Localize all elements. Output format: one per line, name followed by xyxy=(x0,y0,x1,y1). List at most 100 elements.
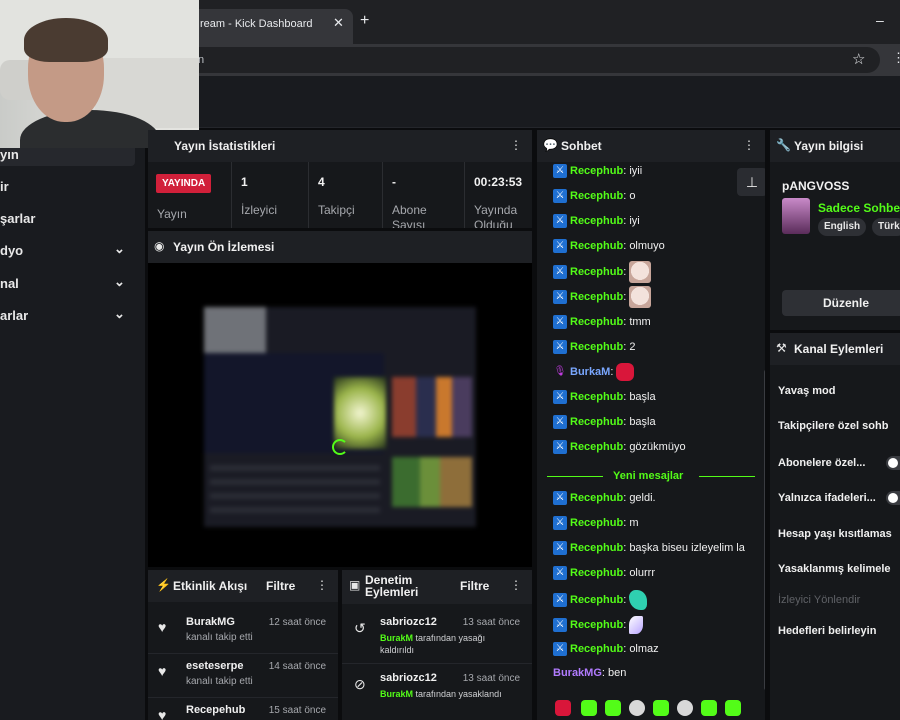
stream-preview-video[interactable] xyxy=(148,263,532,567)
chat-username[interactable]: Recephub xyxy=(570,619,623,631)
language-tag[interactable]: Türk xyxy=(872,218,900,236)
stat-label: İzleyici xyxy=(241,203,278,217)
activity-user[interactable]: BurakMG xyxy=(186,616,235,628)
chat-username[interactable]: Recephub xyxy=(570,567,623,579)
chat-message: ⚔ Recephub: olmaz xyxy=(553,642,659,660)
chat-message: ⚔ Recephub: o xyxy=(553,189,635,207)
activity-user[interactable]: eseteserpe xyxy=(186,660,244,672)
close-icon[interactable]: ✕ xyxy=(333,15,344,31)
chat-username[interactable]: Recephub xyxy=(570,316,623,328)
chat-message: ⚔ Recephub: m xyxy=(553,516,638,534)
emote-icon[interactable] xyxy=(555,700,571,716)
sword-badge-icon: ⚔ xyxy=(553,491,567,505)
activity-user[interactable]: Recepehub xyxy=(186,704,245,716)
chat-message: ⚔ Recephub: gözükmüyo xyxy=(553,440,686,458)
banned-words-option[interactable]: Yasaklanmış kelimele xyxy=(778,563,891,575)
stat-label: Yayın xyxy=(157,207,187,221)
preview-text-rows xyxy=(210,463,380,513)
activity-desc: kanalı takip etti xyxy=(186,676,253,687)
stream-info-title: Yayın bilgisi xyxy=(794,139,864,153)
chat-username[interactable]: Recephub xyxy=(570,240,623,252)
moderator-name[interactable]: BurakM xyxy=(380,689,413,699)
new-tab-button[interactable]: + xyxy=(360,12,369,30)
moderation-desc-text: tarafından yasaklandı xyxy=(413,689,502,699)
account-age-option[interactable]: Hesap yaşı kısıtlamas xyxy=(778,528,892,540)
stat-label: Olduğu xyxy=(474,218,513,228)
emote-icon[interactable] xyxy=(701,700,717,716)
bookmark-star-icon[interactable]: ☆ xyxy=(852,50,865,68)
chat-username[interactable]: Recephub xyxy=(570,341,623,353)
kebab-menu-icon[interactable]: ⋮ xyxy=(743,138,755,152)
kebab-menu-icon[interactable]: ⋮ xyxy=(510,138,522,152)
chat-title: Sohbet xyxy=(561,139,602,153)
subscribers-only-toggle[interactable] xyxy=(886,456,900,470)
slow-mode-option[interactable]: Yavaş mod xyxy=(778,385,835,397)
teal-emote-icon[interactable] xyxy=(629,590,648,610)
stream-info-header: 🔧 Yayın bilgisi xyxy=(770,130,900,162)
kebab-menu-icon[interactable]: ⋮ xyxy=(510,578,522,592)
channel-name: pANGVOSS xyxy=(782,179,850,193)
chat-username[interactable]: Recephub xyxy=(570,492,623,504)
emote-icon[interactable] xyxy=(605,700,621,716)
edit-button[interactable]: Düzenle xyxy=(782,290,900,316)
chat-username[interactable]: Recephub xyxy=(570,165,623,177)
emote-icon[interactable] xyxy=(629,700,645,716)
kebab-menu-icon[interactable]: ⋮ xyxy=(316,578,328,592)
browser-menu-icon[interactable]: ⋮ xyxy=(892,50,900,66)
address-bar[interactable]: n ☆ xyxy=(160,47,880,73)
moderation-target[interactable]: sabriozc12 xyxy=(380,616,437,628)
sidebar-item-6[interactable]: arlar ⌄ xyxy=(0,305,135,325)
moderation-time: 13 saat önce xyxy=(462,617,520,628)
chat-username[interactable]: BurakMG xyxy=(553,667,602,679)
emotes-only-toggle[interactable] xyxy=(886,491,900,505)
cat-emote-icon[interactable] xyxy=(629,286,652,308)
feather-emote-icon[interactable] xyxy=(629,616,644,634)
followers-only-option[interactable]: Takipçilere özel sohb xyxy=(778,420,888,432)
chat-message: ⚔ Recephub: geldi. xyxy=(553,491,656,509)
chat-text: iyi xyxy=(629,214,640,227)
chat-username[interactable]: Recephub xyxy=(570,391,623,403)
emote-icon[interactable] xyxy=(677,700,693,716)
emote-icon[interactable] xyxy=(581,700,597,716)
chat-username[interactable]: Recephub xyxy=(570,190,623,202)
moderator-name[interactable]: BurakM xyxy=(380,633,413,643)
chat-scrollbar[interactable] xyxy=(764,370,765,690)
chat-username[interactable]: BurkaM xyxy=(570,366,610,378)
chat-username[interactable]: Recephub xyxy=(570,441,623,453)
sidebar-item-4[interactable]: dyo ⌄ xyxy=(0,240,135,260)
sidebar-item-5[interactable]: nal ⌄ xyxy=(0,273,135,293)
new-messages-divider[interactable]: Yeni mesajlar xyxy=(547,470,755,484)
chat-message: ⚔ Recephub: başka biseu izleyelim la xyxy=(553,541,745,559)
sidebar-item-3[interactable]: şarlar xyxy=(0,208,135,228)
chat-username[interactable]: Recephub xyxy=(570,215,623,227)
sidebar-item-2[interactable]: ir xyxy=(0,176,135,196)
moderation-target[interactable]: sabriozc12 xyxy=(380,672,437,684)
chevron-down-icon: ⌄ xyxy=(114,241,125,256)
chat-text: o xyxy=(629,189,636,202)
chat-username[interactable]: Recephub xyxy=(570,594,623,606)
chat-username[interactable]: Recephub xyxy=(570,266,623,278)
language-tag[interactable]: English xyxy=(818,218,867,236)
cat-emote-icon[interactable] xyxy=(629,261,652,283)
sword-badge-icon: ⚔ xyxy=(553,415,567,429)
emote-icon[interactable] xyxy=(653,700,669,716)
activity-filter-button[interactable]: Filtre xyxy=(266,579,295,593)
chat-username[interactable]: Recephub xyxy=(570,643,623,655)
set-goals-option[interactable]: Hedefleri belirleyin xyxy=(778,625,876,637)
red-emote-icon[interactable] xyxy=(616,363,635,381)
chat-username[interactable]: Recephub xyxy=(570,542,623,554)
sword-badge-icon: ⚔ xyxy=(553,566,567,580)
emote-icon[interactable] xyxy=(725,700,741,716)
chat-username[interactable]: Recephub xyxy=(570,517,623,529)
subscribers-only-option[interactable]: Abonelere özel... xyxy=(778,457,865,469)
chat-message: ⚔ Recephub: iyii xyxy=(553,164,642,182)
minimize-button[interactable]: – xyxy=(876,12,884,28)
sword-badge-icon: ⚔ xyxy=(553,265,567,279)
moderation-filter-button[interactable]: Filtre xyxy=(460,579,489,593)
chat-username[interactable]: Recephub xyxy=(570,291,623,303)
pin-icon[interactable]: ⊥ xyxy=(737,168,765,196)
sword-badge-icon: ⚔ xyxy=(553,340,567,354)
activity-time: 12 saat önce xyxy=(268,617,326,628)
chat-username[interactable]: Recephub xyxy=(570,416,623,428)
emotes-only-option[interactable]: Yalnızca ifadeleri... xyxy=(778,492,876,504)
